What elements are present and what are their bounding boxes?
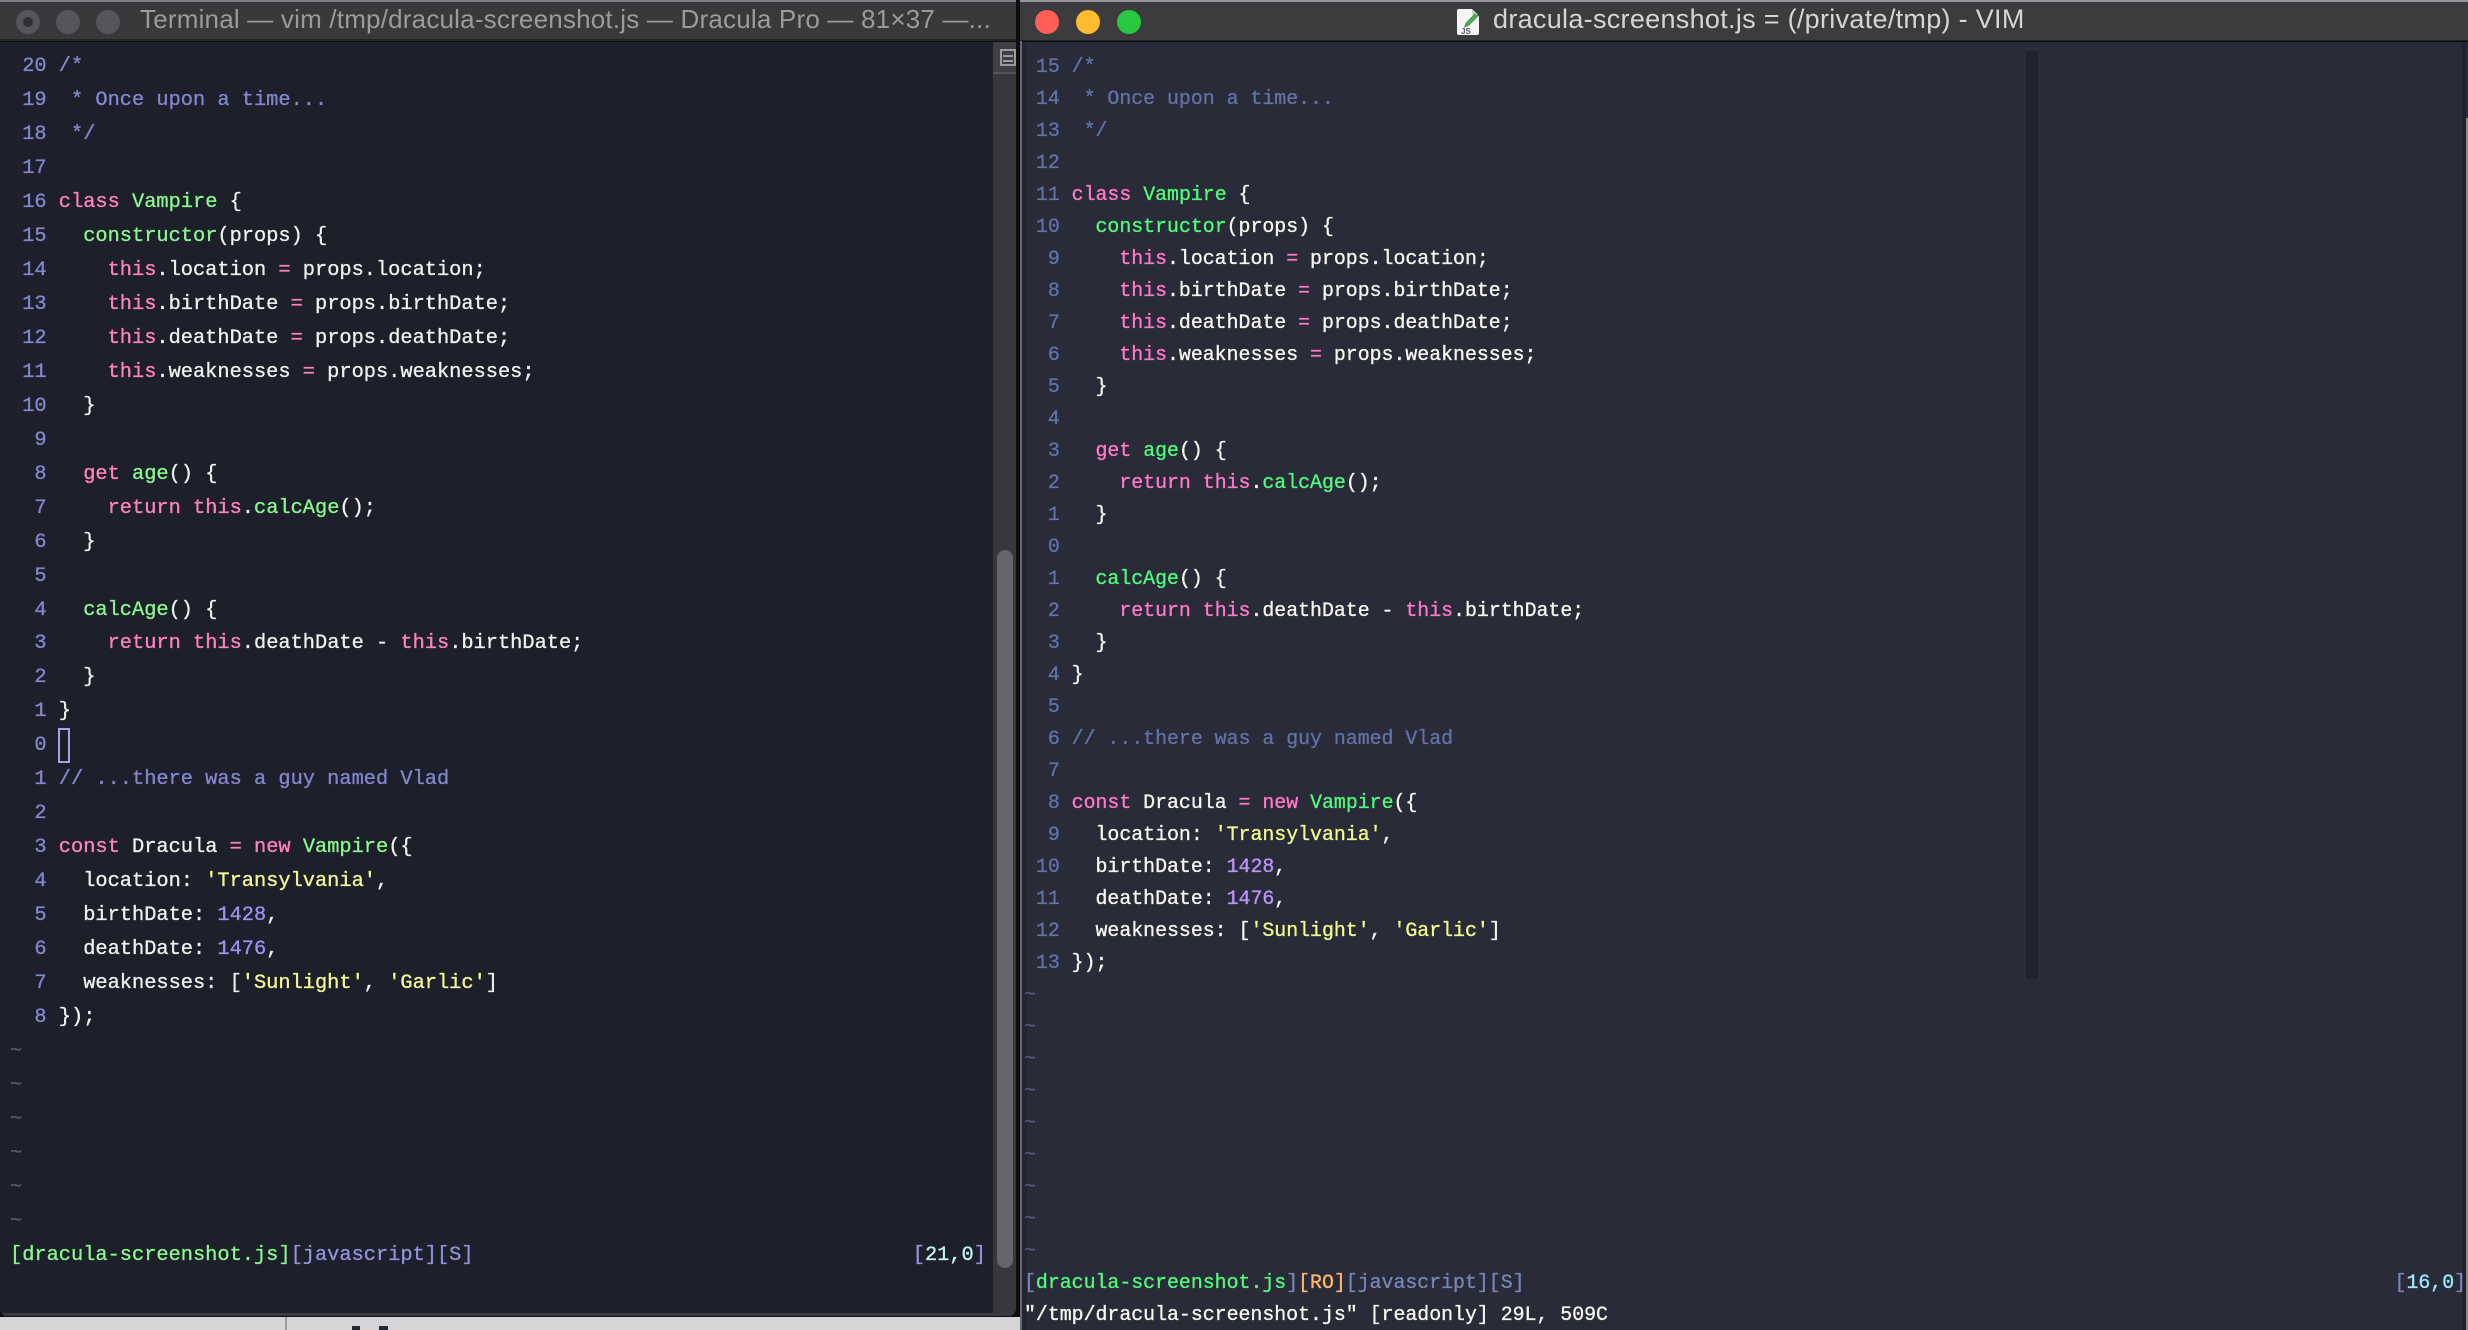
svg-text:JS: JS xyxy=(1461,27,1471,36)
